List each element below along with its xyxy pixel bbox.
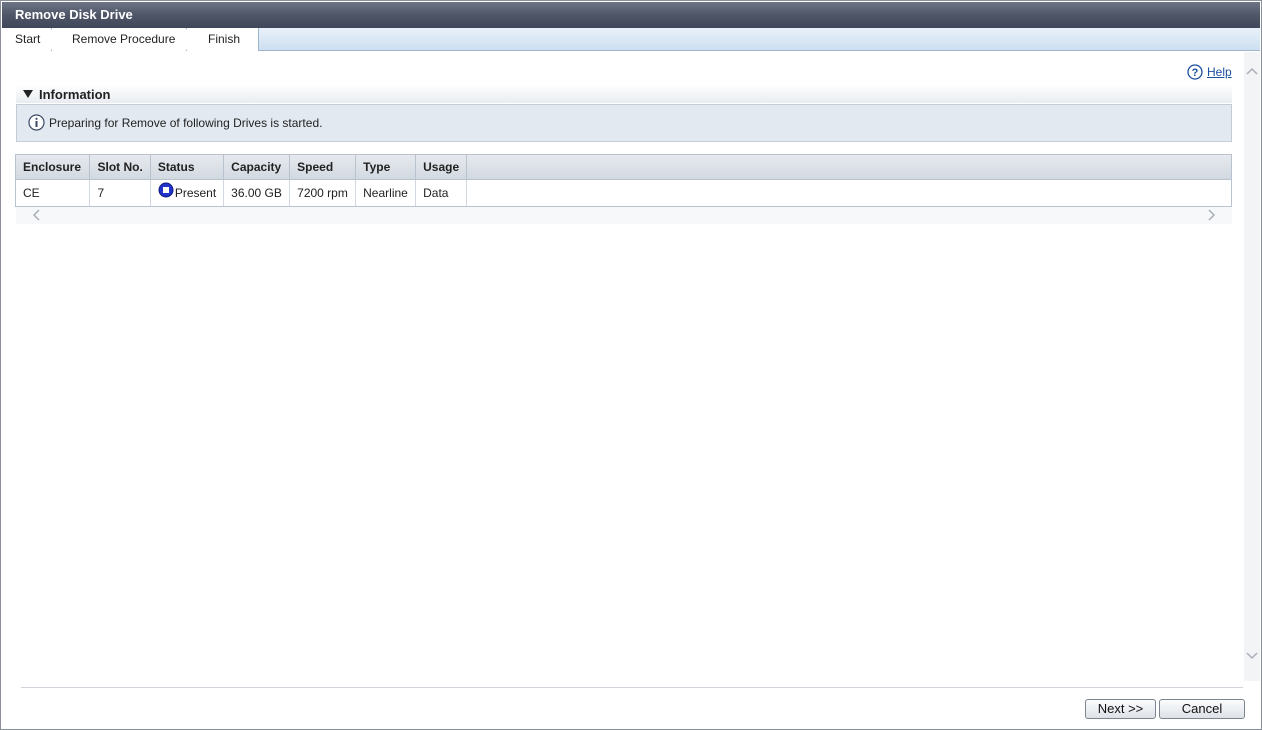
step-remove-procedure: Remove Procedure: [52, 28, 187, 51]
header-usage[interactable]: Usage: [415, 155, 468, 180]
header-filler: [466, 155, 1231, 180]
info-message-box: Preparing for Remove of following Drives…: [16, 104, 1232, 142]
help-area[interactable]: ? Help: [1187, 64, 1232, 80]
cell-capacity: 36.00 GB: [223, 179, 291, 206]
present-status-icon: [158, 182, 174, 198]
cell-enclosure: CE: [16, 179, 91, 206]
footer-divider: [21, 687, 1243, 688]
header-type[interactable]: Type: [355, 155, 417, 180]
wizard-steps: Start Remove Procedure Finish: [2, 28, 1260, 51]
header-enclosure[interactable]: Enclosure: [16, 155, 91, 180]
cell-filler: [466, 179, 1231, 206]
table-row[interactable]: CE 7 Present 36.00 GB 7200 rpm Nearline …: [16, 179, 1231, 206]
chevron-right-icon[interactable]: [1208, 209, 1216, 221]
dialog-window: Remove Disk Drive Start Remove Procedure…: [0, 0, 1262, 730]
chevron-up-icon[interactable]: [1246, 67, 1258, 75]
cell-type: Nearline: [355, 179, 417, 206]
question-circle-icon[interactable]: ?: [1187, 64, 1203, 80]
cell-status: Present: [150, 179, 225, 206]
triangle-down-icon[interactable]: [23, 90, 33, 98]
header-speed[interactable]: Speed: [289, 155, 357, 180]
header-capacity[interactable]: Capacity: [223, 155, 291, 180]
svg-text:?: ?: [1192, 67, 1199, 79]
info-circle-icon: [28, 114, 45, 131]
header-slot-no[interactable]: Slot No.: [89, 155, 151, 180]
chevron-left-icon[interactable]: [32, 209, 40, 221]
cell-speed: 7200 rpm: [289, 179, 357, 206]
status-text: Present: [174, 185, 217, 200]
table-header-row: Enclosure Slot No. Status Capacity Speed…: [16, 155, 1231, 180]
vertical-scrollbar[interactable]: [1244, 52, 1260, 681]
header-status[interactable]: Status: [150, 155, 225, 180]
cell-usage: Data: [415, 179, 468, 206]
information-section-header[interactable]: Information: [16, 85, 1232, 103]
step-finish: Finish: [187, 28, 259, 51]
chevron-down-icon[interactable]: [1246, 652, 1258, 660]
cancel-button[interactable]: Cancel: [1159, 699, 1245, 719]
window-title: Remove Disk Drive: [2, 2, 1260, 28]
step-start: Start: [2, 28, 52, 51]
horizontal-scrollbar[interactable]: [16, 207, 1232, 224]
cell-slot: 7: [89, 179, 151, 206]
section-title: Information: [39, 87, 111, 102]
drive-table: Enclosure Slot No. Status Capacity Speed…: [15, 154, 1232, 207]
next-button[interactable]: Next >>: [1085, 699, 1156, 719]
help-link[interactable]: Help: [1207, 65, 1232, 79]
info-message: Preparing for Remove of following Drives…: [49, 116, 323, 130]
